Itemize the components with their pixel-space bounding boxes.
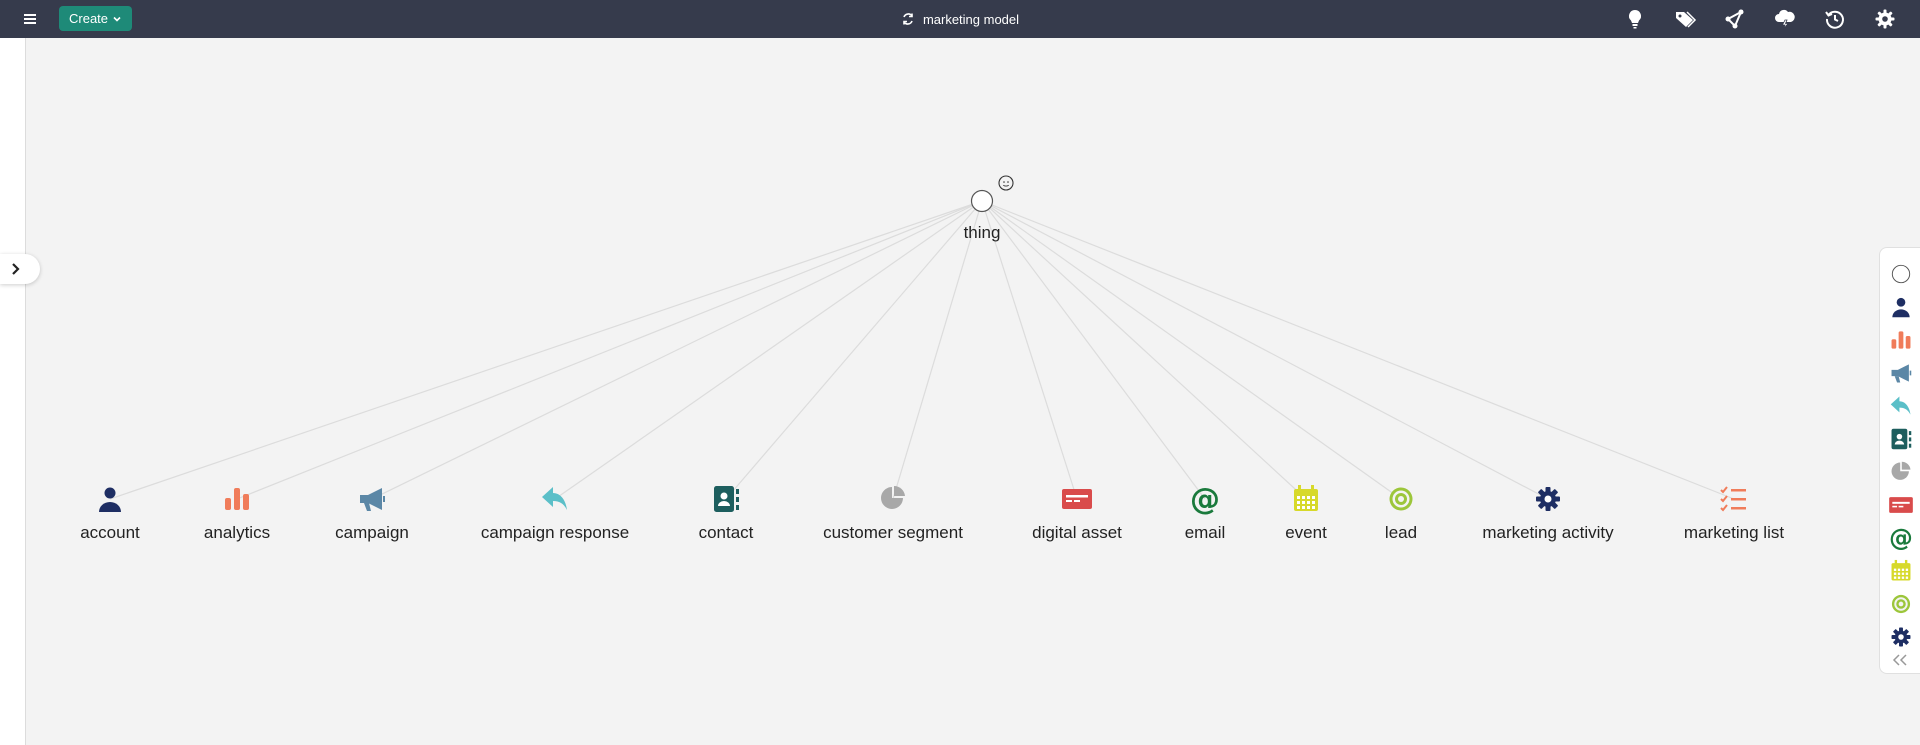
edge [236, 200, 983, 500]
node-label: campaign [335, 523, 409, 542]
node-label: campaign response [481, 523, 629, 542]
gear-icon [1891, 627, 1911, 647]
edge [981, 200, 1549, 500]
node-label: digital asset [1032, 523, 1122, 542]
palette-calendar-icon[interactable] [1888, 558, 1914, 584]
node-label: customer segment [823, 523, 963, 542]
megaphone-icon [1891, 364, 1912, 383]
reply-arrow-icon [542, 487, 567, 510]
palette-reply-arrow-icon[interactable] [1888, 393, 1914, 419]
smiley-icon[interactable] [998, 175, 1014, 191]
palette-target-icon[interactable] [1888, 591, 1914, 617]
svg-text:@: @ [1190, 482, 1220, 517]
edge [371, 200, 983, 500]
node-label: contact [699, 523, 754, 542]
bar-chart-icon [1891, 331, 1911, 349]
node-label: account [80, 523, 140, 542]
svg-text:@: @ [1889, 525, 1913, 551]
node-label: event [1285, 523, 1327, 542]
node-label: marketing activity [1482, 523, 1614, 542]
root-node-label: thing [964, 223, 1001, 242]
card-icon [1062, 489, 1092, 509]
nodes: account analytics campaign campaign respons… [80, 482, 1784, 542]
palette-person-icon[interactable] [1888, 294, 1914, 320]
palette-megaphone-icon[interactable] [1888, 360, 1914, 386]
pie-chart-icon [1891, 461, 1911, 480]
palette-gear-icon[interactable] [1888, 624, 1914, 650]
card-icon [1889, 497, 1913, 513]
palette-bar-chart-icon[interactable] [1888, 327, 1914, 353]
checklist-icon [1720, 486, 1746, 512]
edge [892, 200, 983, 500]
node-event[interactable]: event [1285, 485, 1327, 542]
megaphone-icon [360, 488, 385, 511]
palette-address-book-icon[interactable] [1888, 426, 1914, 452]
node-analytics[interactable]: analytics [204, 488, 270, 542]
node-account[interactable]: account [80, 487, 140, 543]
node-campaign-response[interactable]: campaign response [481, 487, 629, 542]
node-label: analytics [204, 523, 270, 542]
edge [725, 200, 983, 500]
calendar-icon [1294, 485, 1318, 511]
edges [109, 200, 1735, 500]
graph-canvas[interactable]: thing account analytics campaign campaign r… [0, 0, 1920, 745]
node-marketing-list[interactable]: marketing list [1684, 486, 1784, 542]
node-digital-asset[interactable]: digital asset [1032, 489, 1122, 542]
node-contact[interactable]: contact [699, 486, 754, 542]
edge [554, 200, 983, 500]
node-label: email [1185, 523, 1226, 542]
gear-icon [1536, 487, 1560, 511]
edge [109, 200, 983, 500]
circle-outline-icon [970, 189, 994, 213]
node-label: marketing list [1684, 523, 1784, 542]
type-palette: @ [1879, 247, 1920, 674]
double-chevron-left-icon[interactable] [1890, 652, 1910, 668]
node-marketing-activity[interactable]: marketing activity [1482, 487, 1614, 542]
address-book-icon [714, 486, 739, 512]
edge [981, 200, 1078, 500]
bar-chart-icon [225, 488, 249, 510]
at-sign-icon: @ [1190, 482, 1220, 517]
target-icon [1389, 487, 1413, 511]
person-icon [1892, 297, 1910, 318]
reply-arrow-icon [1890, 396, 1911, 415]
palette-circle-outline-icon[interactable] [1888, 261, 1914, 287]
at-sign-icon: @ [1889, 525, 1913, 551]
palette-card-icon[interactable] [1888, 492, 1914, 518]
node-email[interactable]: @ email [1185, 482, 1226, 542]
node-lead[interactable]: lead [1385, 487, 1417, 543]
palette-at-sign-icon[interactable]: @ [1888, 525, 1914, 551]
calendar-icon [1891, 559, 1911, 581]
node-label: lead [1385, 523, 1417, 542]
edge [981, 200, 1735, 500]
node-campaign[interactable]: campaign [335, 488, 409, 542]
edge [981, 200, 1402, 500]
person-icon [99, 487, 121, 512]
palette-pie-chart-icon[interactable] [1888, 459, 1914, 485]
node-customer-segment[interactable]: customer segment [823, 485, 963, 542]
target-icon [1891, 594, 1911, 614]
address-book-icon [1891, 428, 1912, 450]
circle-outline-icon [1891, 264, 1911, 284]
edge [981, 200, 1307, 500]
